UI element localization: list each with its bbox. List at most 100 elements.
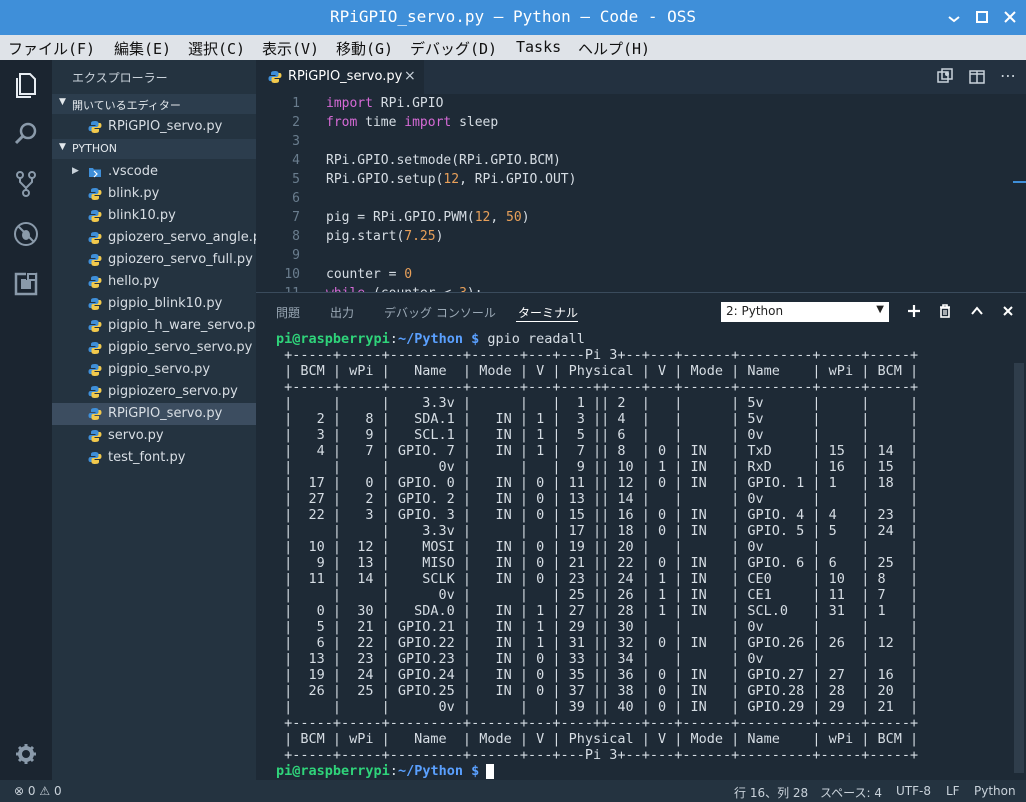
maximize-icon[interactable] xyxy=(971,6,993,28)
add-terminal-icon[interactable] xyxy=(906,303,922,319)
line-number: 1 xyxy=(292,96,300,111)
open-editors-header[interactable]: ▼ 開いているエディター xyxy=(52,94,256,114)
code-token: , RPi.GPIO.OUT) xyxy=(459,172,577,187)
file-item[interactable]: pigpio_blink10.py xyxy=(52,293,256,315)
file-item[interactable]: servo.py xyxy=(52,425,256,447)
terminal-select[interactable]: 2: Python ▼ xyxy=(721,302,889,322)
extensions-icon[interactable] xyxy=(8,266,44,302)
close-window-icon[interactable] xyxy=(999,6,1021,28)
menu-go[interactable]: 移動(G) xyxy=(336,38,393,59)
problems-status[interactable]: ⊗ 0 ⚠ 0 xyxy=(14,784,62,798)
terminal-output-line: | 19 | 24 | GPIO.24 | IN | 0 | 35 || 36 … xyxy=(276,667,919,683)
file-item[interactable]: pigpio_servo_servo.py xyxy=(52,337,256,359)
more-actions-icon[interactable]: ⋯ xyxy=(1000,66,1018,85)
tab-label: RPiGPIO_servo.py xyxy=(288,69,403,84)
language-mode[interactable]: Python xyxy=(974,784,1016,798)
file-item[interactable]: pigpiozero_servo.py xyxy=(52,381,256,403)
code-token: counter = xyxy=(326,267,405,282)
code-text: pig = RPi.GPIO.PWM(12, 50) xyxy=(326,210,530,225)
code-token: sleep xyxy=(451,115,499,130)
file-item[interactable]: RPiGPIO_servo.py xyxy=(52,403,256,425)
code-editor[interactable]: 1 import RPi.GPIO 2 from time import sleep 3… xyxy=(256,94,1026,292)
menu-file[interactable]: ファイル(F) xyxy=(8,38,95,59)
source-control-icon[interactable] xyxy=(8,166,44,202)
terminal-output-line: | | | 0v | | | 25 || 26 | 1 | IN | CE1 |… xyxy=(276,587,919,603)
close-panel-icon[interactable] xyxy=(1000,303,1016,319)
open-editor-item[interactable]: RPiGPIO_servo.py xyxy=(52,116,256,138)
tab-terminal[interactable]: ターミナル xyxy=(518,304,578,321)
menu-tasks[interactable]: Tasks xyxy=(516,38,561,56)
code-line: 7 pig = RPi.GPIO.PWM(12, 50) xyxy=(256,210,1016,229)
menu-selection[interactable]: 選択(C) xyxy=(188,38,245,59)
file-item[interactable]: gpiozero_servo_angle.py xyxy=(52,227,269,249)
active-tab-indicator xyxy=(516,321,578,322)
close-tab-icon[interactable]: × xyxy=(404,68,416,84)
code-token: import xyxy=(404,115,452,130)
menu-help[interactable]: ヘルプ(H) xyxy=(578,38,650,59)
python-file-icon xyxy=(268,70,282,84)
folder-header[interactable]: ▼ PYTHON xyxy=(52,139,256,159)
code-token: RPi.GPIO xyxy=(372,96,444,111)
terminal-output-line: | | | 0v | | | 9 || 10 | 1 | IN | RxD | … xyxy=(276,459,919,475)
python-file-icon xyxy=(88,231,102,245)
minimize-icon[interactable] xyxy=(943,6,965,28)
split-editor-icon[interactable] xyxy=(968,68,986,86)
terminal-output-line: +-----+-----+---------+------+---+---Pi … xyxy=(276,347,919,363)
activity-bar xyxy=(0,60,52,780)
editor-area: RPiGPIO_servo.py × ⋯ 1 import RPi.GPIO 2 fr… xyxy=(256,60,1026,292)
file-item[interactable]: blink10.py xyxy=(52,205,256,227)
line-number: 8 xyxy=(292,229,300,244)
debug-icon[interactable] xyxy=(8,216,44,252)
terminal-output[interactable]: pi@raspberrypi:~/Python $ gpio readall +… xyxy=(276,331,1016,781)
terminal-select-value: 2: Python xyxy=(726,304,784,318)
file-item[interactable]: blink.py xyxy=(52,183,256,205)
file-item[interactable]: pigpio_h_ware_servo.py xyxy=(52,315,263,337)
file-name: gpiozero_servo_full.py xyxy=(108,252,253,267)
terminal-output-line: | 11 | 14 | SCLK | IN | 0 | 23 || 24 | 1… xyxy=(276,571,919,587)
terminal-output-line: | | | 0v | | | 39 || 40 | 0 | IN | GPIO.… xyxy=(276,699,919,715)
tab-rpigpio-servo[interactable]: RPiGPIO_servo.py × xyxy=(256,60,424,94)
python-file-icon xyxy=(88,385,102,399)
menu-view[interactable]: 表示(V) xyxy=(262,38,319,59)
open-changes-icon[interactable] xyxy=(936,68,954,86)
chevron-down-icon: ▼ xyxy=(59,97,66,107)
python-file-icon xyxy=(88,209,102,223)
python-file-icon xyxy=(88,187,102,201)
terminal-output-line: +-----+-----+---------+------+---+----++… xyxy=(276,379,919,395)
open-editor-name: RPiGPIO_servo.py xyxy=(108,119,223,134)
code-token: ) xyxy=(521,210,530,225)
warning-count: 0 xyxy=(53,784,62,798)
file-item[interactable]: hello.py xyxy=(52,271,256,293)
tab-debug-console[interactable]: デバッグ コンソール xyxy=(384,304,496,321)
maximize-panel-icon[interactable] xyxy=(969,303,985,319)
terminal-output-line: | 4 | 7 | GPIO. 7 | IN | 1 | 7 || 8 | 0 … xyxy=(276,443,919,459)
settings-gear-icon[interactable] xyxy=(8,736,44,772)
file-name: pigpio_servo_servo.py xyxy=(108,340,253,355)
cursor-position[interactable]: 行 16、列 28 xyxy=(734,784,808,801)
menu-debug[interactable]: デバッグ(D) xyxy=(410,38,497,59)
trash-icon[interactable] xyxy=(937,303,953,319)
terminal-scrollbar[interactable] xyxy=(1014,363,1024,773)
code-text: RPi.GPIO.setmode(RPi.GPIO.BCM) xyxy=(326,153,561,168)
code-line: 3 xyxy=(256,134,1016,153)
file-name: servo.py xyxy=(108,428,164,443)
search-icon[interactable] xyxy=(8,116,44,152)
file-name: blink.py xyxy=(108,186,160,201)
tab-problems[interactable]: 問題 xyxy=(276,304,300,321)
indentation[interactable]: スペース: 4 xyxy=(820,784,882,801)
line-number: 4 xyxy=(292,153,300,168)
file-item[interactable]: test_font.py xyxy=(52,447,256,469)
menu-edit[interactable]: 編集(E) xyxy=(114,38,171,59)
code-line: 6 xyxy=(256,191,1016,210)
file-name: hello.py xyxy=(108,274,160,289)
file-item[interactable]: ▶ .vscode xyxy=(52,161,256,183)
encoding[interactable]: UTF-8 xyxy=(896,784,931,798)
code-token: 12 xyxy=(443,172,460,187)
python-file-icon xyxy=(88,297,102,311)
file-item[interactable]: pigpio_servo.py xyxy=(52,359,256,381)
file-item[interactable]: gpiozero_servo_full.py xyxy=(52,249,256,271)
tab-output[interactable]: 出力 xyxy=(330,304,354,321)
end-of-line[interactable]: LF xyxy=(946,784,960,798)
explorer-icon[interactable] xyxy=(8,66,44,102)
terminal-output-line: +-----+-----+---------+------+---+----++… xyxy=(276,715,919,731)
